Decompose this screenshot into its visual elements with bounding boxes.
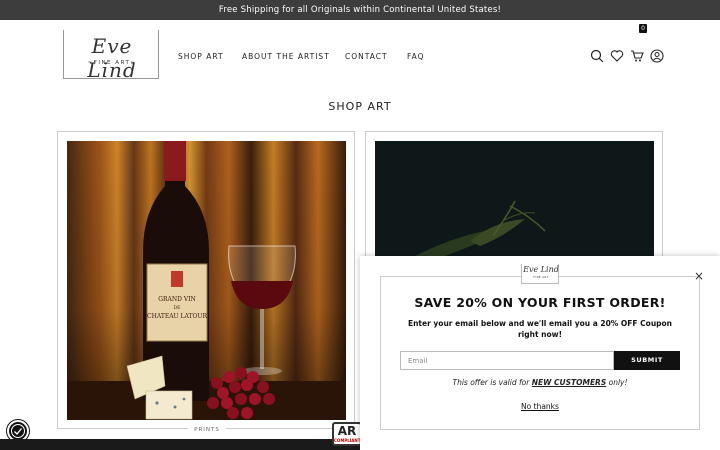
- popup-logo-script: Eve Lind: [523, 265, 559, 274]
- product-image-leaf-painting[interactable]: [375, 141, 654, 256]
- announcement-bar: Free Shipping for all Originals within C…: [0, 0, 720, 20]
- accessibility-icon: [11, 424, 25, 438]
- product-label-text: PRINTS: [188, 427, 226, 433]
- ar-badge-small-text: COMPLIANT: [334, 438, 361, 443]
- popup-logo-subtitle: FINE ART: [533, 276, 549, 279]
- submit-button[interactable]: SUBMIT: [614, 351, 680, 370]
- nav-faq[interactable]: FAQ: [407, 52, 425, 61]
- ar-badge-text: AR: [337, 424, 357, 438]
- offer-note-prefix: This offer is valid for: [452, 378, 532, 387]
- close-icon[interactable]: ×: [693, 270, 705, 282]
- offer-note-highlight: NEW CUSTOMERS: [531, 378, 607, 387]
- brand-logo-script: Eve Lind: [87, 34, 137, 82]
- offer-note: This offer is valid for NEW CUSTOMERS on…: [360, 378, 720, 387]
- no-thanks-link[interactable]: No thanks: [360, 402, 720, 411]
- product-image-wine-painting[interactable]: GRAND VIN DE CHATEAU LATOUR: [67, 141, 346, 420]
- ar-compliance-badge[interactable]: AR COMPLIANT: [332, 422, 362, 446]
- heart-icon[interactable]: [610, 49, 624, 63]
- brand-logo-subtitle: ~FINE ART~: [87, 60, 137, 66]
- email-field[interactable]: [400, 351, 614, 370]
- product-label-prints[interactable]: PRINTS: [58, 427, 356, 433]
- search-icon[interactable]: [590, 49, 604, 63]
- brand-logo[interactable]: Eve Lind ~FINE ART~: [63, 30, 159, 82]
- offer-note-suffix: only!: [606, 378, 628, 387]
- bottle-label-line-3: CHATEAU LATOUR: [147, 313, 207, 320]
- bottom-bar: [0, 439, 360, 450]
- bottle-label-line-2: DE: [174, 305, 181, 311]
- bottle-label-line-1: GRAND VIN: [158, 296, 196, 303]
- nav-contact[interactable]: CONTACT: [345, 52, 388, 61]
- product-card-prints[interactable]: GRAND VIN DE CHATEAU LATOUR PRINTS: [57, 131, 355, 433]
- nav-about-the-artist[interactable]: ABOUT THE ARTIST: [242, 52, 330, 61]
- leaf-painting-artwork: [415, 200, 546, 256]
- page-title: SHOP ART: [328, 100, 392, 113]
- account-icon[interactable]: [650, 49, 664, 63]
- popup-title: SAVE 20% ON YOUR FIRST ORDER!: [414, 295, 666, 310]
- nav-shop-art[interactable]: SHOP ART: [178, 52, 224, 61]
- cart-icon[interactable]: [630, 49, 644, 63]
- wine-painting-artwork: GRAND VIN DE CHATEAU LATOUR: [67, 141, 346, 420]
- popup-description: Enter your email below and we'll email y…: [407, 319, 673, 339]
- popup-logo: Eve Lind FINE ART: [521, 264, 559, 284]
- cart-count-badge: 0: [639, 24, 647, 33]
